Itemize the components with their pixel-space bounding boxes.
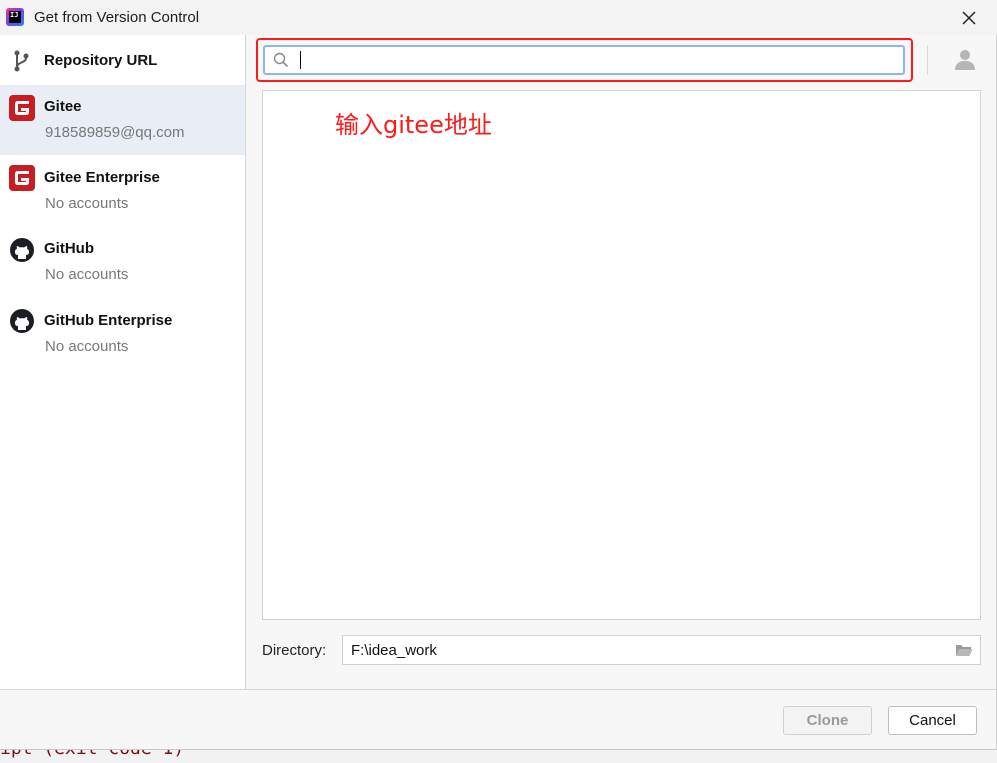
- repository-list[interactable]: [262, 90, 981, 620]
- title-bar: IJ Get from Version Control: [0, 0, 997, 35]
- github-icon: [10, 309, 34, 333]
- folder-open-icon[interactable]: [955, 643, 973, 657]
- account-status: No accounts: [45, 195, 129, 212]
- github-icon: [10, 238, 34, 262]
- close-icon: [962, 11, 976, 25]
- text-caret: [300, 51, 301, 69]
- repository-search-input[interactable]: [263, 45, 905, 75]
- sidebar-item-github[interactable]: GitHub No accounts: [0, 225, 245, 295]
- sidebar-item-label: Gitee: [44, 98, 82, 115]
- sidebar-item-github-enterprise[interactable]: GitHub Enterprise No accounts: [0, 295, 245, 365]
- cancel-button[interactable]: Cancel: [888, 706, 977, 735]
- directory-value: F:\idea_work: [351, 642, 437, 659]
- gitee-icon: [9, 165, 35, 191]
- git-branch-icon: [14, 50, 29, 72]
- intellij-app-icon: IJ: [6, 8, 24, 26]
- window-title: Get from Version Control: [34, 9, 200, 26]
- close-button[interactable]: [957, 6, 981, 30]
- directory-label: Directory:: [262, 642, 327, 659]
- sidebar-item-gitee-enterprise[interactable]: Gitee Enterprise No accounts: [0, 155, 245, 225]
- account-status: No accounts: [45, 266, 129, 283]
- sidebar-item-label: GitHub Enterprise: [44, 312, 173, 329]
- footer-separator: [0, 689, 997, 690]
- clone-button[interactable]: Clone: [783, 706, 872, 735]
- vcs-provider-sidebar: Repository URL Gitee 918589859@qq.com Gi…: [0, 35, 246, 689]
- search-icon: [273, 52, 289, 68]
- sidebar-item-gitee[interactable]: Gitee 918589859@qq.com: [0, 85, 245, 155]
- account-icon[interactable]: [952, 47, 978, 73]
- directory-field[interactable]: F:\idea_work: [342, 635, 981, 665]
- sidebar-item-repository-url[interactable]: Repository URL: [0, 37, 245, 85]
- toolbar-separator: [927, 45, 928, 75]
- sidebar-item-label: GitHub: [44, 240, 94, 257]
- account-email: 918589859@qq.com: [45, 124, 185, 141]
- account-status: No accounts: [45, 338, 129, 355]
- sidebar-item-label: Gitee Enterprise: [44, 169, 160, 186]
- gitee-icon: [9, 95, 35, 121]
- sidebar-item-label: Repository URL: [44, 52, 158, 69]
- annotation-text: 输入gitee地址: [335, 111, 492, 139]
- get-from-vcs-dialog: IJ Get from Version Control Repository U…: [0, 0, 997, 750]
